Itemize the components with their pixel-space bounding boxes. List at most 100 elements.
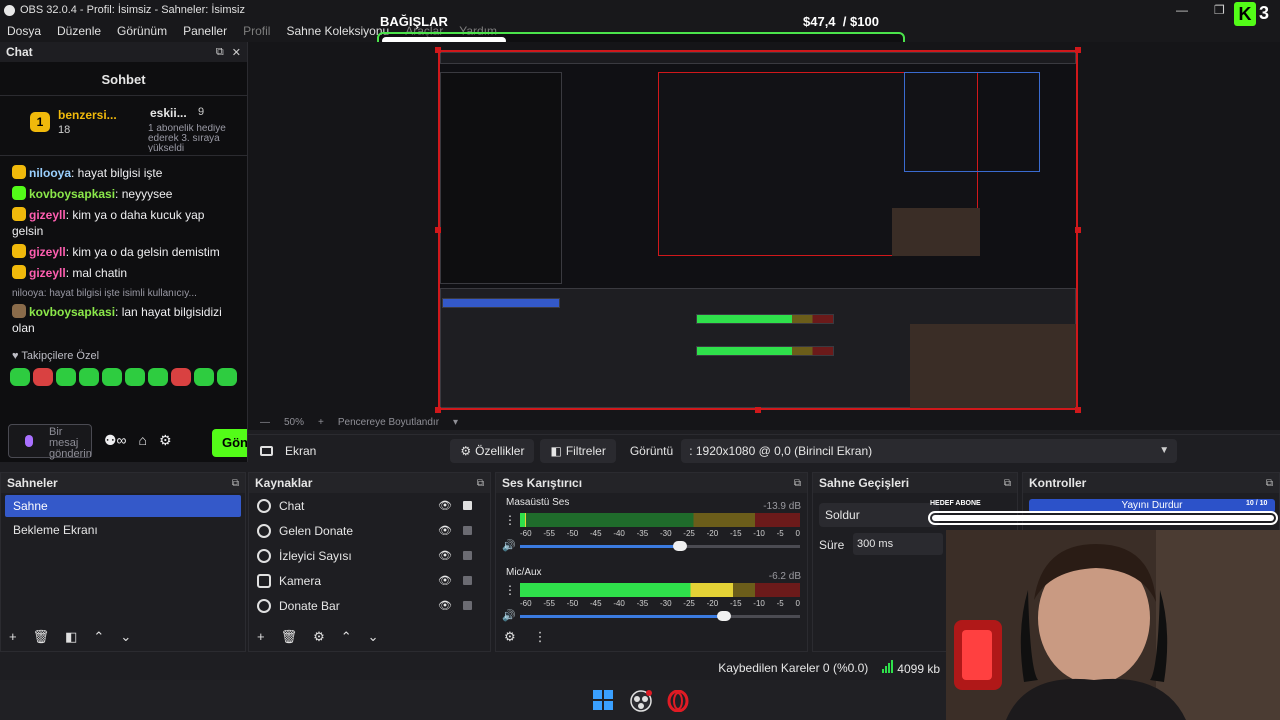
source-item[interactable]: İzleyici Sayısı 👁 [249, 543, 490, 568]
transition-select[interactable]: Soldur [819, 503, 939, 527]
lock-icon[interactable] [463, 526, 472, 535]
eye-icon[interactable]: 👁 [438, 574, 452, 587]
emote-icon[interactable] [194, 368, 214, 386]
people-icon[interactable]: ⚉∞ [104, 432, 127, 449]
volume-slider[interactable] [520, 611, 800, 621]
volume-knob[interactable] [672, 541, 687, 551]
source-item[interactable]: Gelen Donate 👁 [249, 518, 490, 543]
source-item[interactable]: Kamera 👁 [249, 568, 490, 593]
speaker-icon[interactable]: 🔊 [502, 609, 516, 622]
zoom-in-icon[interactable]: + [318, 417, 324, 428]
kebab-icon[interactable]: ⋮ [534, 629, 547, 645]
chat-dock-title: Chat [6, 45, 33, 59]
preview-canvas[interactable] [438, 50, 1078, 410]
menu-edit[interactable]: Düzenle [57, 24, 101, 38]
gear-icon[interactable]: ⚙ [504, 629, 516, 645]
float-icon[interactable]: ⧉ [1266, 478, 1273, 489]
scene-item[interactable]: Bekleme Ekranı [5, 519, 241, 541]
opera-icon[interactable] [667, 689, 689, 715]
emote-icon[interactable] [79, 368, 99, 386]
trash-icon[interactable]: 🗑 [33, 629, 50, 645]
menu-profile[interactable]: Profil [243, 24, 270, 38]
top-gifter-count: 18 [58, 124, 71, 136]
chat-username[interactable]: gizeyll [29, 266, 66, 280]
emote-icon[interactable] [148, 368, 168, 386]
lock-icon[interactable] [463, 576, 472, 585]
kebab-icon[interactable]: ⋮ [504, 513, 516, 527]
chat-username[interactable]: nilooya [29, 166, 71, 180]
emote-icon[interactable] [217, 368, 237, 386]
chevron-down-icon[interactable]: ⌄ [120, 629, 131, 645]
chat-username[interactable]: kovboysapkasi [29, 305, 115, 319]
chat-message-input[interactable]: Bir mesaj gönderin [8, 424, 92, 460]
send-button[interactable]: Gönd [212, 429, 247, 457]
chat-username[interactable]: kovboysapkasi [29, 187, 115, 201]
resize-handle[interactable] [1075, 227, 1081, 233]
obs-taskbar-icon[interactable] [630, 690, 652, 715]
chevron-up-icon[interactable]: ⌃ [93, 629, 104, 645]
emote-icon[interactable] [56, 368, 76, 386]
gear-icon[interactable]: ⚙ [159, 432, 172, 449]
lock-icon[interactable] [463, 501, 472, 510]
gear-icon[interactable]: ⚙ [313, 629, 325, 645]
duration-input[interactable]: 300 ms [853, 533, 943, 555]
resize-handle[interactable] [1075, 407, 1081, 413]
chat-username[interactable]: gizeyll [29, 245, 66, 259]
eye-icon[interactable]: 👁 [438, 599, 452, 612]
eye-icon[interactable]: 👁 [438, 549, 452, 562]
emote-icon[interactable] [171, 368, 191, 386]
store-icon[interactable]: ⌂ [139, 432, 147, 449]
add-icon[interactable]: + [9, 629, 17, 645]
volume-knob[interactable] [717, 611, 732, 621]
zoom-out-icon[interactable]: — [260, 417, 270, 428]
close-icon[interactable]: ✕ [232, 46, 241, 59]
source-item[interactable]: Chat 👁 [249, 493, 490, 518]
properties-button[interactable]: ⚙ Özellikler [450, 438, 535, 463]
minimize-icon[interactable]: — [1176, 3, 1188, 17]
chevron-down-icon[interactable]: ⌄ [368, 629, 379, 645]
emote-icon[interactable] [102, 368, 122, 386]
volume-slider[interactable] [520, 541, 800, 551]
scale-tick: 0 [795, 529, 800, 538]
emote-icon[interactable] [125, 368, 145, 386]
float-icon[interactable]: ⧉ [216, 46, 224, 59]
float-icon[interactable]: ⧉ [1004, 478, 1011, 489]
chevron-down-icon[interactable]: ▾ [453, 417, 458, 428]
scene-item[interactable]: Sahne [5, 495, 241, 517]
trash-icon[interactable]: 🗑 [281, 629, 298, 645]
resize-handle[interactable] [755, 407, 761, 413]
source-item[interactable]: Donate Bar 👁 [249, 593, 490, 618]
display-select[interactable]: : 1920x1080 @ 0,0 (Birincil Ekran) ▼ [681, 438, 1178, 463]
menu-scene-collection[interactable]: Sahne Koleksiyonu [286, 24, 389, 38]
resize-handle[interactable] [1075, 47, 1081, 53]
float-icon[interactable]: ⧉ [232, 478, 239, 489]
lock-icon[interactable] [463, 551, 472, 560]
speaker-icon[interactable]: 🔊 [502, 539, 516, 552]
menu-docks[interactable]: Paneller [183, 24, 227, 38]
eye-icon[interactable]: 👁 [438, 524, 452, 537]
gift-badge-icon [12, 265, 26, 279]
resize-handle[interactable] [435, 227, 441, 233]
float-icon[interactable]: ⧉ [477, 478, 484, 489]
kebab-icon[interactable]: ⋮ [504, 583, 516, 597]
resize-handle[interactable] [435, 47, 441, 53]
gift-badge-icon: 1 [30, 112, 50, 132]
menu-view[interactable]: Görünüm [117, 24, 167, 38]
maximize-icon[interactable]: ❐ [1214, 3, 1225, 17]
menu-file[interactable]: Dosya [7, 24, 41, 38]
add-icon[interactable]: + [257, 629, 265, 645]
lock-icon[interactable] [463, 601, 472, 610]
emote-icon[interactable] [33, 368, 53, 386]
filters-button[interactable]: ◧ Filtreler [540, 438, 616, 463]
eye-icon[interactable]: 👁 [438, 499, 452, 512]
fit-window-label[interactable]: Pencereye Boyutlandır [338, 417, 439, 428]
windows-start-icon[interactable] [593, 690, 613, 713]
emote-icon[interactable] [10, 368, 30, 386]
resize-handle[interactable] [435, 407, 441, 413]
chevron-up-icon[interactable]: ⌃ [341, 629, 352, 645]
chat-username[interactable]: gizeyll [29, 208, 66, 222]
scale-tick: -25 [683, 599, 695, 608]
top-gifter-name: benzersi... [58, 108, 117, 122]
filter-icon[interactable]: ◧ [65, 629, 77, 645]
float-icon[interactable]: ⧉ [794, 478, 801, 489]
